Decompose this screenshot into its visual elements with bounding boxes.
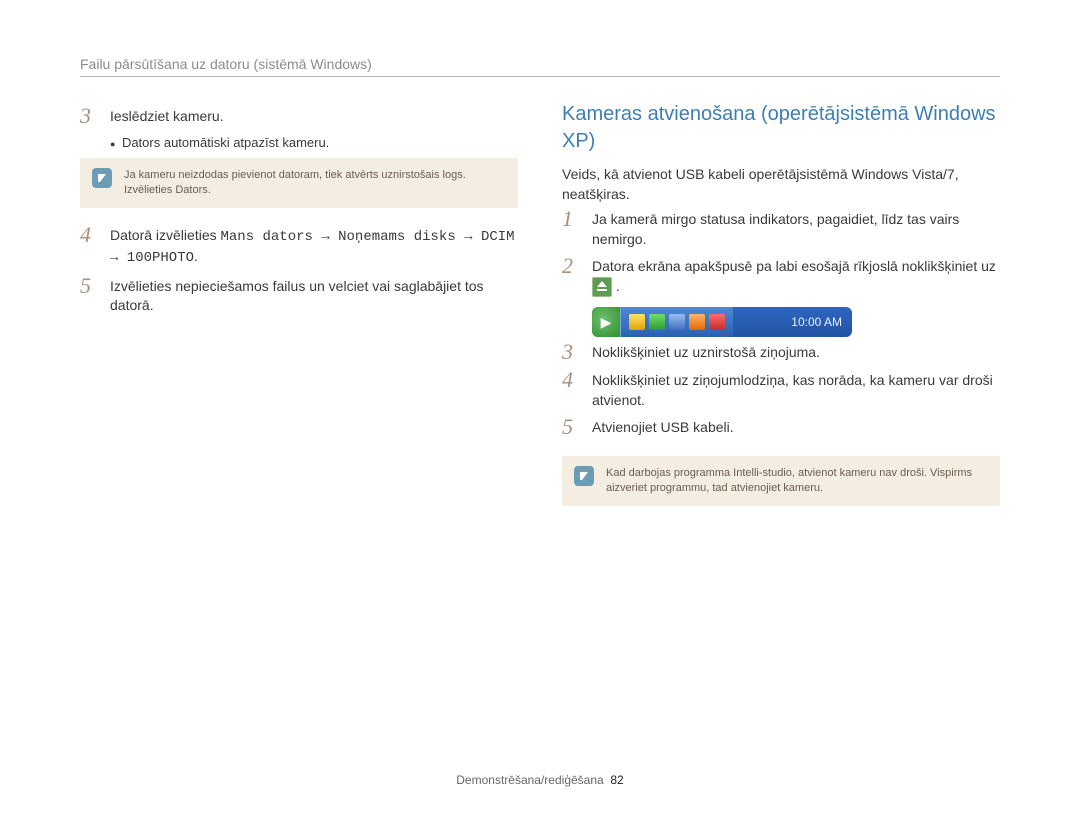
step-body: Noklikšķiniet uz uznirstošā ziņojuma.	[592, 343, 1000, 363]
step-number: 1	[562, 208, 580, 230]
section-heading: Kameras atvienošana (operētājsistēmā Win…	[562, 101, 1000, 155]
step4-prefix: Datorā izvēlieties	[110, 227, 221, 243]
step-body: Ja kamerā mirgo statusa indikators, paga…	[592, 210, 1000, 249]
step-number: 5	[80, 275, 98, 297]
step-body: Izvēlieties nepieciešamos failus un velc…	[110, 277, 518, 316]
tray-icon	[689, 314, 705, 330]
safely-remove-hardware-icon	[592, 277, 612, 297]
page-header: Failu pārsūtīšana uz datoru (sistēmā Win…	[80, 56, 1000, 77]
windows-taskbar: ▶ 10:00 AM	[592, 307, 852, 337]
step-4: 4 Datorā izvēlieties Mans dators → Noņem…	[80, 226, 518, 269]
note-box-2: Kad darbojas programma Intelli-studio, a…	[562, 456, 1000, 506]
step-body: Atvienojiet USB kabeli.	[592, 418, 1000, 438]
content-columns: 3 Ieslēdziet kameru. Dators automātiski …	[80, 101, 1000, 524]
step-number: 3	[80, 105, 98, 127]
note-text: Kad darbojas programma Intelli-studio, a…	[606, 466, 988, 496]
step-body: Datorā izvēlieties Mans dators → Noņemam…	[110, 226, 518, 269]
step-3: 3 Ieslēdziet kameru.	[80, 107, 518, 127]
r-step-4: 4 Noklikšķiniet uz ziņojumlodziņa, kas n…	[562, 371, 1000, 410]
r-step-1: 1 Ja kamerā mirgo statusa indikators, pa…	[562, 210, 1000, 249]
tray-icon	[629, 314, 645, 330]
header-title: Failu pārsūtīšana uz datoru (sistēmā Win…	[80, 56, 372, 72]
manual-page: { "header": { "title": "Failu pārsūtīšan…	[0, 0, 1080, 815]
sub-bullets: Dators automātiski atpazīst kameru.	[110, 135, 518, 150]
bullet-item: Dators automātiski atpazīst kameru.	[110, 135, 518, 150]
step-number: 5	[562, 416, 580, 438]
section-intro: Veids, kā atvienot USB kabeli operētājsi…	[562, 165, 1000, 204]
step-number: 4	[80, 224, 98, 246]
step-number: 4	[562, 369, 580, 391]
tray-icon	[709, 314, 725, 330]
r-step-2: 2 Datora ekrāna apakšpusē pa labi esošaj…	[562, 257, 1000, 297]
step-5: 5 Izvēlieties nepieciešamos failus un ve…	[80, 277, 518, 316]
start-button-icon: ▶	[592, 307, 620, 337]
step-body: Datora ekrāna apakšpusē pa labi esošajā …	[592, 257, 1000, 297]
step-number: 2	[562, 255, 580, 277]
r-step-5: 5 Atvienojiet USB kabeli.	[562, 418, 1000, 438]
tray-icon	[649, 314, 665, 330]
step4-suffix: .	[194, 248, 198, 264]
system-tray	[620, 307, 733, 337]
footer-page-number: 82	[610, 773, 623, 787]
note-icon	[92, 168, 112, 188]
note-icon	[574, 466, 594, 486]
page-footer: Demonstrēšana/rediģēšana 82	[0, 773, 1080, 787]
step-number: 3	[562, 341, 580, 363]
r-step-3: 3 Noklikšķiniet uz uznirstošā ziņojuma.	[562, 343, 1000, 363]
step2-text-b: .	[616, 278, 620, 294]
left-column: 3 Ieslēdziet kameru. Dators automātiski …	[80, 101, 518, 524]
tray-icon	[669, 314, 685, 330]
step2-text-a: Datora ekrāna apakšpusē pa labi esošajā …	[592, 258, 996, 274]
step-body: Ieslēdziet kameru.	[110, 107, 518, 127]
footer-section: Demonstrēšana/rediģēšana	[456, 773, 603, 787]
taskbar-illustration: ▶ 10:00 AM	[592, 307, 1000, 337]
note-box: Ja kameru neizdodas pievienot datoram, t…	[80, 158, 518, 208]
step-body: Noklikšķiniet uz ziņojumlodziņa, kas nor…	[592, 371, 1000, 410]
right-column: Kameras atvienošana (operētājsistēmā Win…	[562, 101, 1000, 524]
note-text: Ja kameru neizdodas pievienot datoram, t…	[124, 168, 506, 198]
taskbar-clock: 10:00 AM	[791, 315, 852, 329]
